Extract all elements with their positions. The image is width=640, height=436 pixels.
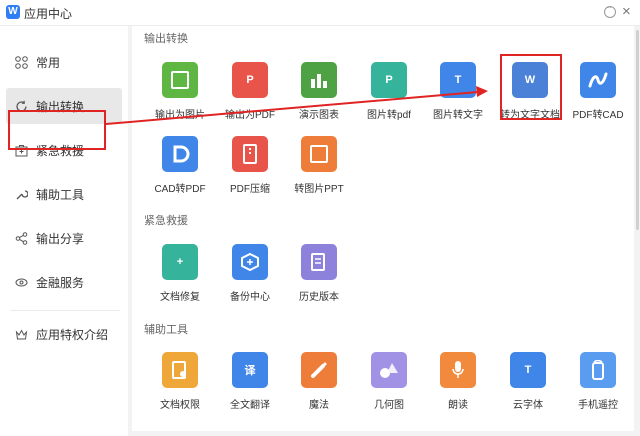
app-tile-highlight-box — [500, 54, 562, 120]
app-tile-doc-permission[interactable]: 文档权限 — [145, 352, 215, 416]
app-tile-pdf-export[interactable]: P 输出为PDF — [215, 62, 285, 126]
app-label: 几何图 — [374, 400, 404, 411]
app-label: 手机遥控 — [578, 400, 618, 411]
section-title-emergency: 紧急救援 — [144, 215, 188, 227]
backup-icon — [232, 244, 268, 280]
title-bar: W 应用中心 × — [0, 0, 640, 26]
scrollbar[interactable] — [636, 30, 639, 230]
sidebar-item-label: 金融服务 — [36, 275, 85, 290]
cloud-font-icon: T — [510, 352, 546, 388]
ocr-icon: T — [440, 62, 476, 98]
app-label: 朗读 — [448, 400, 468, 411]
history-icon — [301, 244, 337, 280]
close-icon[interactable]: × — [622, 2, 631, 22]
section-title-output-convert: 输出转换 — [144, 33, 188, 45]
sidebar-item-share[interactable]: 输出分享 — [6, 220, 122, 256]
sidebar-item-label: 应用特权介绍 — [36, 327, 109, 342]
image-export-icon — [162, 62, 198, 98]
chart-icon — [301, 62, 337, 98]
app-label: 备份中心 — [230, 292, 270, 303]
wrench-icon — [14, 187, 28, 201]
image-ppt-icon — [301, 136, 337, 172]
app-label: PDF转CAD — [572, 110, 624, 121]
sidebar-divider — [10, 310, 120, 311]
app-tile-ocr[interactable]: T 图片转文字 — [423, 62, 493, 126]
app-tile-image-to-pdf[interactable]: P 图片转pdf — [354, 62, 424, 126]
pdf-compress-icon — [232, 136, 268, 172]
section-title-tools: 辅助工具 — [144, 324, 188, 336]
app-label: 魔法 — [309, 400, 329, 411]
app-grid-area: 输出转换 输出为图片 P 输出为PDF 演示图表 P 图片转pdf T 图片转文… — [128, 26, 640, 436]
doc-permission-icon — [162, 352, 198, 388]
sidebar-item-label: 常用 — [36, 55, 61, 70]
sidebar-item-common[interactable]: 常用 — [6, 44, 122, 80]
app-tile-image-export[interactable]: 输出为图片 — [145, 62, 215, 126]
app-tile-pdf-compress[interactable]: PDF压缩 — [215, 136, 285, 200]
app-tile-doc-repair[interactable]: + 文档修复 — [145, 244, 215, 308]
image-to-pdf-icon: P — [371, 62, 407, 98]
app-tile-chart[interactable]: 演示图表 — [284, 62, 354, 126]
cad-to-pdf-icon — [162, 136, 198, 172]
app-tile-cloud-font[interactable]: T 云字体 — [493, 352, 563, 416]
app-tile-pdf-to-cad[interactable]: PDF转CAD — [563, 62, 633, 126]
doc-repair-icon: + — [162, 244, 198, 280]
pdf-export-icon: P — [232, 62, 268, 98]
app-tile-history[interactable]: 历史版本 — [284, 244, 354, 308]
sidebar-item-tools[interactable]: 辅助工具 — [6, 176, 122, 212]
app-tile-phone-remote[interactable]: 手机遥控 — [563, 352, 633, 416]
app-label: 图片转文字 — [433, 110, 483, 121]
sidebar-item-finance[interactable]: 金融服务 — [6, 264, 122, 300]
app-label: 输出为PDF — [225, 110, 275, 121]
app-tile-cad-to-pdf[interactable]: CAD转PDF — [145, 136, 215, 200]
sidebar-item-privileges[interactable]: 应用特权介绍 — [6, 316, 122, 352]
magic-icon — [301, 352, 337, 388]
phone-remote-icon — [580, 352, 616, 388]
app-label: 历史版本 — [299, 292, 339, 303]
app-tile-image-ppt[interactable]: 转图片PPT — [284, 136, 354, 200]
geometry-icon — [371, 352, 407, 388]
app-label: 全文翻译 — [230, 400, 270, 411]
sidebar-highlight-box — [8, 110, 106, 150]
app-label: 演示图表 — [299, 110, 339, 121]
share-icon — [14, 231, 28, 245]
finance-icon — [14, 275, 28, 289]
app-label: 输出为图片 — [155, 110, 205, 121]
app-label: 文档权限 — [160, 400, 200, 411]
window-title: 应用中心 — [24, 7, 73, 21]
sidebar-item-label: 输出分享 — [36, 231, 85, 246]
app-panel: 输出转换 输出为图片 P 输出为PDF 演示图表 P 图片转pdf T 图片转文… — [132, 26, 634, 431]
app-tile-geometry[interactable]: 几何图 — [354, 352, 424, 416]
crown-icon — [14, 327, 28, 341]
app-tile-backup[interactable]: 备份中心 — [215, 244, 285, 308]
app-label: PDF压缩 — [230, 184, 270, 195]
translate-icon: 译 — [232, 352, 268, 388]
app-tile-translate[interactable]: 译 全文翻译 — [215, 352, 285, 416]
grid-icon — [14, 55, 28, 69]
sidebar-item-label: 辅助工具 — [36, 187, 85, 202]
microphone-icon — [440, 352, 476, 388]
app-tile-magic[interactable]: 魔法 — [284, 352, 354, 416]
app-tile-read-aloud[interactable]: 朗读 — [423, 352, 493, 416]
app-label: 图片转pdf — [367, 110, 411, 121]
wps-logo-icon: W — [6, 5, 20, 19]
app-label: 云字体 — [513, 400, 543, 411]
pdf-to-cad-icon — [580, 62, 616, 98]
app-label: 转图片PPT — [294, 184, 344, 195]
sidebar: 常用 输出转换 紧急救援 辅助工具 输出分享 金融服务 应用特权介绍 — [0, 26, 128, 436]
app-label: 文档修复 — [160, 292, 200, 303]
app-label: CAD转PDF — [154, 184, 206, 195]
chat-icon[interactable] — [604, 3, 616, 18]
